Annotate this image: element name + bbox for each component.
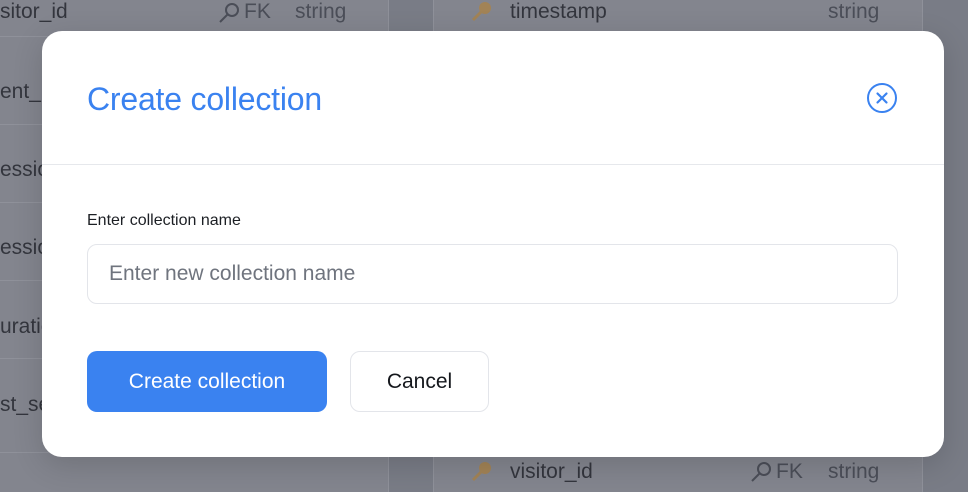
- dialog-header: Create collection: [42, 31, 944, 165]
- create-collection-dialog: Create collection Enter collection name …: [42, 31, 944, 457]
- close-button[interactable]: [866, 82, 898, 114]
- create-collection-button[interactable]: Create collection: [87, 351, 327, 412]
- collection-name-label: Enter collection name: [87, 212, 241, 229]
- dialog-title: Create collection: [87, 81, 322, 117]
- collection-name-input[interactable]: [87, 244, 898, 304]
- close-circle-icon: [867, 83, 897, 113]
- cancel-button[interactable]: Cancel: [350, 351, 489, 412]
